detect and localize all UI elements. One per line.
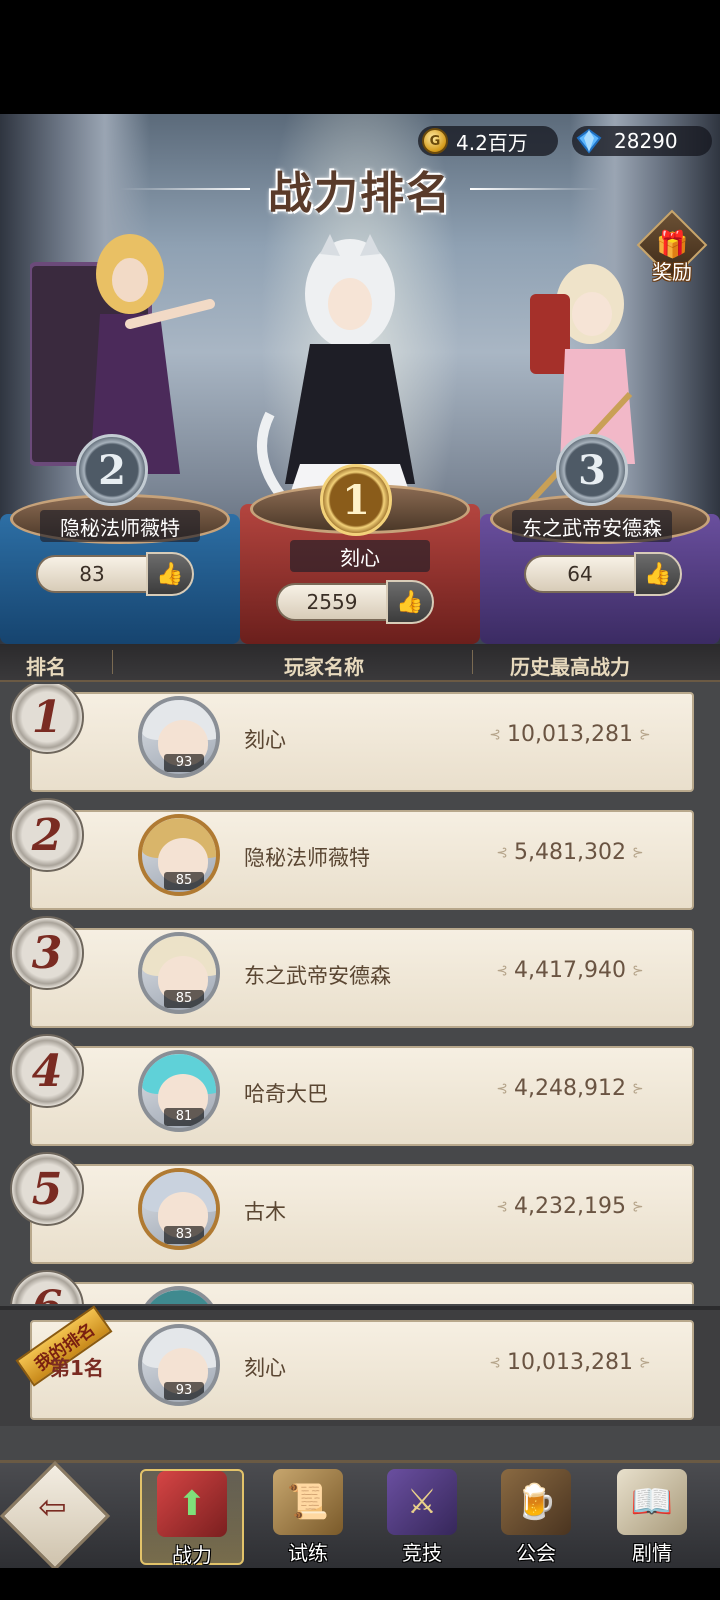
player-name: 隐秘法师薇特	[244, 846, 370, 870]
power-value: ⊰ 10,013,281 ⊱	[489, 1350, 651, 1375]
diamond-icon	[576, 128, 602, 154]
tab-trial-label: 试练	[288, 1541, 328, 1565]
rank-badge: 2	[10, 798, 84, 872]
my-rank-row[interactable]: 我的排名 第1名 93 刻心 ⊰ 10,013,281 ⊱	[0, 1305, 720, 1426]
power-value: ⊰ 4,417,940 ⊱	[496, 958, 644, 983]
tab-arena[interactable]: ⚔ 竞技	[370, 1469, 474, 1565]
medal-rank-2: 2	[76, 434, 148, 506]
player-name: 东之武帝安德森	[244, 964, 391, 988]
ornament-icon: ⊰	[496, 962, 509, 979]
rank-badge: 3	[10, 916, 84, 990]
ornament-icon: ⊰	[496, 844, 509, 861]
table-row[interactable]: 6	[0, 1270, 720, 1304]
ornament-icon: ⊰	[496, 1080, 509, 1097]
like-widget-2: 83 👍	[36, 552, 194, 596]
player-name: 古木	[244, 1200, 286, 1224]
player-name: 刻心	[244, 1356, 286, 1380]
tab-story[interactable]: 📖 剧情	[600, 1469, 704, 1565]
book-icon: 📖	[617, 1469, 687, 1535]
podium-name-2: 隐秘法师薇特	[40, 510, 200, 542]
column-header: 排名 玩家名称 历史最高战力	[0, 644, 720, 682]
bottom-nav: ⇦ ⬆ 战力 📜 试练 ⚔ 竞技 🍺 公会 📖 剧情	[0, 1460, 720, 1572]
power-value: ⊰ 4,248,912 ⊱	[496, 1076, 644, 1101]
rank-badge: 4	[10, 1034, 84, 1108]
tab-story-label: 剧情	[632, 1541, 672, 1565]
medal-rank-1: 1	[320, 464, 392, 536]
rank-badge: 5	[10, 1152, 84, 1226]
ornament-icon: ⊰	[496, 1198, 509, 1215]
podium-name-3: 东之武帝安德森	[512, 510, 672, 542]
like-widget-1: 2559 👍	[276, 580, 434, 624]
like-widget-3: 64 👍	[524, 552, 682, 596]
table-row[interactable]: 2 85 隐秘法师薇特 ⊰ 5,481,302 ⊱	[0, 798, 720, 914]
avatar[interactable]: 93	[138, 1324, 220, 1406]
rank-badge: 6	[10, 1270, 84, 1304]
status-bar-area	[0, 0, 720, 114]
avatar[interactable]: 93	[138, 696, 220, 778]
ornament-icon: ⊱	[631, 962, 644, 979]
power-up-icon: ⬆	[157, 1471, 227, 1537]
gold-amount: 4.2百万	[456, 130, 528, 155]
podium-name-1: 刻心	[290, 540, 430, 572]
thumbs-up-icon[interactable]: 👍	[386, 580, 434, 624]
ranking-panel: 排名 玩家名称 历史最高战力 1 93 刻心 ⊰ 10,013,281 ⊱ 2 85	[0, 644, 720, 1460]
gem-counter[interactable]: 28290	[572, 126, 712, 156]
column-power: 历史最高战力	[510, 655, 630, 679]
title-banner: 战力排名	[120, 154, 600, 224]
beer-mug-icon: 🍺	[501, 1469, 571, 1535]
ornament-icon: ⊰	[489, 726, 502, 743]
thumbs-up-icon[interactable]: 👍	[634, 552, 682, 596]
tab-arena-label: 竞技	[402, 1541, 442, 1565]
column-rank: 排名	[26, 655, 66, 679]
like-count-2: 83	[36, 555, 146, 593]
ranking-list[interactable]: 1 93 刻心 ⊰ 10,013,281 ⊱ 2 85 隐秘法师薇特 ⊰ 5,481,…	[0, 684, 720, 1304]
avatar[interactable]: 85	[138, 814, 220, 896]
player-name: 刻心	[244, 728, 286, 752]
exit-arrow-icon: ⇦	[38, 1487, 67, 1528]
power-value: ⊰ 4,232,195 ⊱	[496, 1194, 644, 1219]
level-badge: 85	[164, 872, 204, 890]
ornament-icon: ⊱	[631, 1080, 644, 1097]
level-badge: 85	[164, 990, 204, 1008]
level-badge: 93	[164, 754, 204, 772]
tab-power[interactable]: ⬆ 战力	[140, 1469, 244, 1567]
ornament-icon: ⊱	[631, 1198, 644, 1215]
table-row[interactable]: 4 81 哈奇大巴 ⊰ 4,248,912 ⊱	[0, 1034, 720, 1150]
power-value: ⊰ 5,481,302 ⊱	[496, 840, 644, 865]
ornament-icon: ⊰	[489, 1354, 502, 1371]
avatar[interactable]: 81	[138, 1050, 220, 1132]
avatar[interactable]: 85	[138, 932, 220, 1014]
arena-banner-icon: ⚔	[387, 1469, 457, 1535]
level-badge: 81	[164, 1108, 204, 1126]
gem-amount: 28290	[614, 129, 678, 153]
tab-trial[interactable]: 📜 试练	[256, 1469, 360, 1565]
table-row[interactable]: 3 85 东之武帝安德森 ⊰ 4,417,940 ⊱	[0, 916, 720, 1032]
table-row[interactable]: 1 93 刻心 ⊰ 10,013,281 ⊱	[0, 684, 720, 796]
podium-scene: G 4.2百万 28290 战力排名 🎁 奖励 2 1 3 隐秘法师薇特 刻心 …	[0, 114, 720, 644]
level-badge: 83	[164, 1226, 204, 1244]
ornament-icon: ⊱	[631, 844, 644, 861]
level-badge: 93	[164, 1382, 204, 1400]
thumbs-up-icon[interactable]: 👍	[146, 552, 194, 596]
tab-power-label: 战力	[172, 1543, 212, 1567]
like-count-1: 2559	[276, 583, 386, 621]
page-title: 战力排名	[268, 168, 452, 219]
gold-coin-icon: G	[422, 128, 448, 154]
gold-counter[interactable]: G 4.2百万	[418, 126, 558, 156]
my-rank-position: 第1名	[50, 1356, 104, 1380]
tab-guild[interactable]: 🍺 公会	[484, 1469, 588, 1565]
player-name: 哈奇大巴	[244, 1082, 328, 1106]
scroll-icon: 📜	[273, 1469, 343, 1535]
tab-guild-label: 公会	[516, 1541, 556, 1565]
like-count-3: 64	[524, 555, 634, 593]
ornament-icon: ⊱	[638, 726, 651, 743]
navigation-bar-area	[0, 1568, 720, 1600]
column-player: 玩家名称	[284, 655, 364, 679]
medal-rank-3: 3	[556, 434, 628, 506]
table-row[interactable]: 5 83 古木 ⊰ 4,232,195 ⊱	[0, 1152, 720, 1268]
back-button[interactable]: ⇦	[0, 1460, 111, 1572]
avatar[interactable]: 83	[138, 1168, 220, 1250]
power-value: ⊰ 10,013,281 ⊱	[489, 722, 651, 747]
ornament-icon: ⊱	[638, 1354, 651, 1371]
